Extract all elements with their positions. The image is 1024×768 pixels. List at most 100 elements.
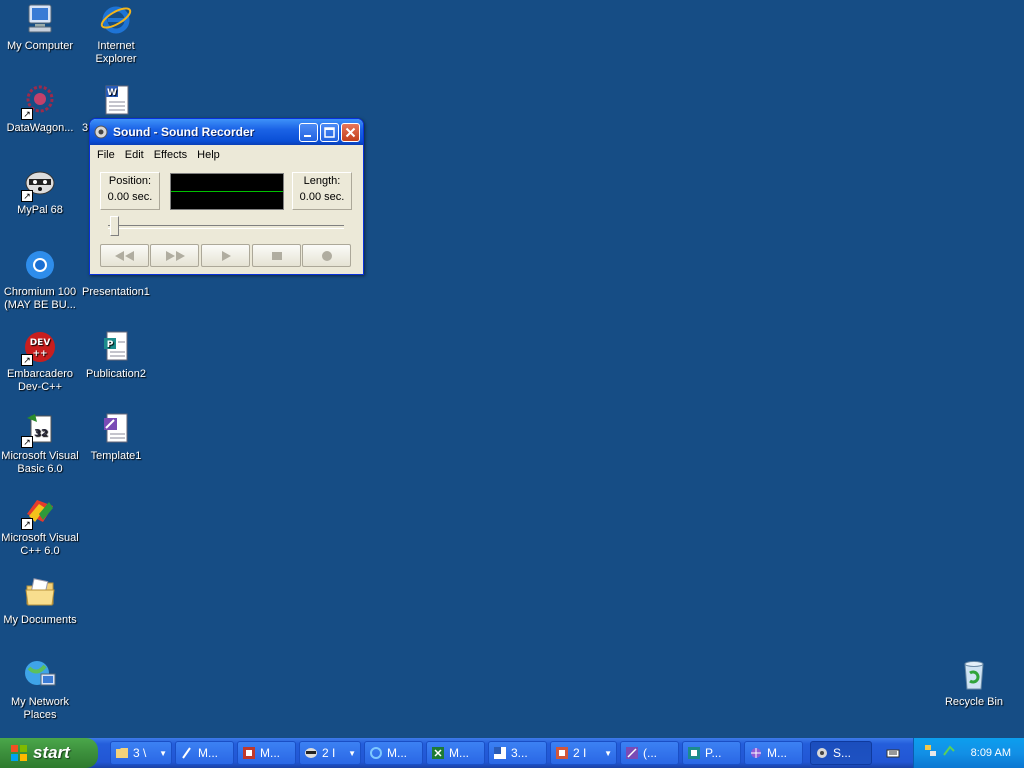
taskbar-button-label: 3...: [511, 746, 528, 760]
taskbar-button-label: M...: [260, 746, 280, 760]
desktop-icon-publication2[interactable]: P Publication2: [76, 330, 156, 381]
word-document-icon: W: [99, 84, 133, 118]
menu-edit[interactable]: Edit: [120, 149, 149, 165]
taskbar-button-powerpoint[interactable]: 2 I ▼: [550, 741, 617, 765]
chromium-icon: [23, 248, 57, 282]
desktop-icon-internet-explorer[interactable]: Internet Explorer: [76, 2, 156, 66]
seek-slider-track[interactable]: [108, 225, 344, 229]
minimize-button[interactable]: [299, 122, 318, 142]
taskbar-button-folder[interactable]: 3 \ ▼: [110, 741, 172, 765]
start-button[interactable]: start: [0, 738, 98, 768]
close-button[interactable]: [341, 122, 360, 142]
paint-icon: [180, 746, 194, 760]
publisher-document-icon: P: [99, 330, 133, 364]
keyboard-language-button[interactable]: [878, 741, 906, 765]
desktop-icon-datawagon[interactable]: ↗ DataWagon...: [0, 84, 80, 135]
taskbar-button-paint[interactable]: M...: [175, 741, 234, 765]
chevron-down-icon: ▼: [604, 748, 612, 758]
windows-logo-icon: [10, 744, 28, 762]
desktop-icon-my-network[interactable]: My Network Places: [0, 658, 80, 722]
maximize-button[interactable]: [320, 122, 339, 142]
desktop-icon-chromium[interactable]: Chromium 100 (MAY BE BU...: [0, 248, 80, 312]
seek-end-button[interactable]: [150, 244, 199, 267]
length-value: 0.00 sec.: [299, 191, 345, 203]
icon-label: My Network Places: [10, 696, 70, 721]
menu-effects[interactable]: Effects: [149, 149, 192, 165]
sound-recorder-window: Sound - Sound Recorder File Edit Effects…: [89, 118, 364, 275]
taskbar-button-access[interactable]: M...: [237, 741, 296, 765]
taskbar-button-label: M...: [449, 746, 469, 760]
safely-remove-tray-icon[interactable]: [942, 743, 956, 763]
icon-label: Microsoft Visual C++ 6.0: [1, 532, 79, 557]
shortcut-arrow-icon: ↗: [21, 108, 33, 120]
my-documents-icon: [23, 576, 57, 610]
icon-label: Recycle Bin: [944, 696, 1004, 708]
clock[interactable]: 8:09 AM: [971, 747, 1011, 759]
excel-icon: [431, 746, 445, 760]
desktop-icon-devcpp[interactable]: DEV ++ ↗ Embarcadero Dev-C++: [0, 330, 80, 394]
position-label: Position:: [108, 175, 152, 187]
desktop-icon-template1[interactable]: Template1: [76, 412, 156, 463]
access-icon: [242, 746, 256, 760]
network-tray-icon[interactable]: [924, 743, 938, 763]
svg-text:32: 32: [34, 428, 48, 439]
desktop-icon-vb6[interactable]: 32 ↗ Microsoft Visual Basic 6.0: [0, 412, 80, 476]
icon-label: Publication2: [86, 368, 146, 380]
datawagon-icon: ↗: [21, 84, 57, 120]
taskbar-button-label: M...: [387, 746, 407, 760]
shortcut-arrow-icon: ↗: [21, 518, 33, 530]
taskbar-button-label: 2 I: [573, 746, 587, 760]
taskbar-button-label: P...: [705, 746, 722, 760]
length-label: Length:: [303, 175, 341, 187]
my-computer-icon: [23, 2, 57, 36]
waveform-line: [171, 191, 283, 192]
svg-text:W: W: [107, 88, 117, 98]
word-icon: [493, 746, 507, 760]
template-document-icon: [99, 412, 133, 446]
taskbar-button-sound-recorder[interactable]: S...: [810, 741, 872, 765]
stop-button[interactable]: [252, 244, 301, 267]
taskbar-button-word[interactable]: 3...: [488, 741, 547, 765]
play-button[interactable]: [201, 244, 250, 267]
stop-icon: [271, 251, 282, 260]
waveform-display: [170, 173, 284, 210]
position-value: 0.00 sec.: [107, 191, 153, 203]
taskbar-button-vc[interactable]: M...: [744, 741, 803, 765]
vc-icon: [749, 746, 763, 760]
template-icon: [625, 746, 639, 760]
taskbar-button-label: M...: [198, 746, 218, 760]
desktop-icon-recycle-bin[interactable]: Recycle Bin: [934, 658, 1014, 709]
desktop-icon-my-documents[interactable]: My Documents: [0, 576, 80, 627]
taskbar-button-label: (...: [643, 746, 657, 760]
taskbar-button-ie[interactable]: M...: [364, 741, 423, 765]
desktop-icon-mypal[interactable]: ↗ MyPal 68: [0, 166, 80, 217]
record-button[interactable]: [302, 244, 351, 267]
icon-label: DataWagon...: [6, 122, 74, 134]
taskbar-button-publisher[interactable]: P...: [682, 741, 741, 765]
menu-file[interactable]: File: [92, 149, 120, 165]
taskbar-button-mypal[interactable]: 2 I ▼: [299, 741, 361, 765]
system-tray: 8:09 AM: [913, 738, 1024, 768]
icon-label: Chromium 100 (MAY BE BU...: [3, 286, 77, 311]
taskbar-button-excel[interactable]: M...: [426, 741, 485, 765]
taskbar-button-template[interactable]: (...: [620, 741, 679, 765]
menu-help[interactable]: Help: [192, 149, 225, 165]
svg-text:P: P: [107, 340, 114, 350]
devcpp-icon: DEV ++ ↗: [21, 330, 57, 366]
start-label: start: [33, 743, 70, 762]
seek-slider-thumb[interactable]: [110, 216, 119, 236]
recycle-bin-icon: [957, 658, 991, 692]
shortcut-arrow-icon: ↗: [21, 354, 33, 366]
record-icon: [321, 250, 332, 261]
taskbar: start 3 \ ▼ M... M... 2 I ▼ M... M... 3.…: [0, 738, 1024, 768]
length-readout: Length: 0.00 sec.: [292, 172, 352, 210]
desktop-icon-vc6[interactable]: ↗ Microsoft Visual C++ 6.0: [0, 494, 80, 558]
mypal-icon: [304, 746, 318, 760]
title-bar[interactable]: Sound - Sound Recorder: [90, 119, 363, 145]
my-network-places-icon: [23, 658, 57, 692]
desktop-icon-my-computer[interactable]: My Computer: [0, 2, 80, 53]
shortcut-arrow-icon: ↗: [21, 436, 33, 448]
seek-start-button[interactable]: [100, 244, 149, 267]
sound-recorder-icon: [93, 124, 109, 140]
desktop: My Computer ↗ DataWagon... ↗ MyPal 68 Ch…: [0, 0, 1024, 738]
